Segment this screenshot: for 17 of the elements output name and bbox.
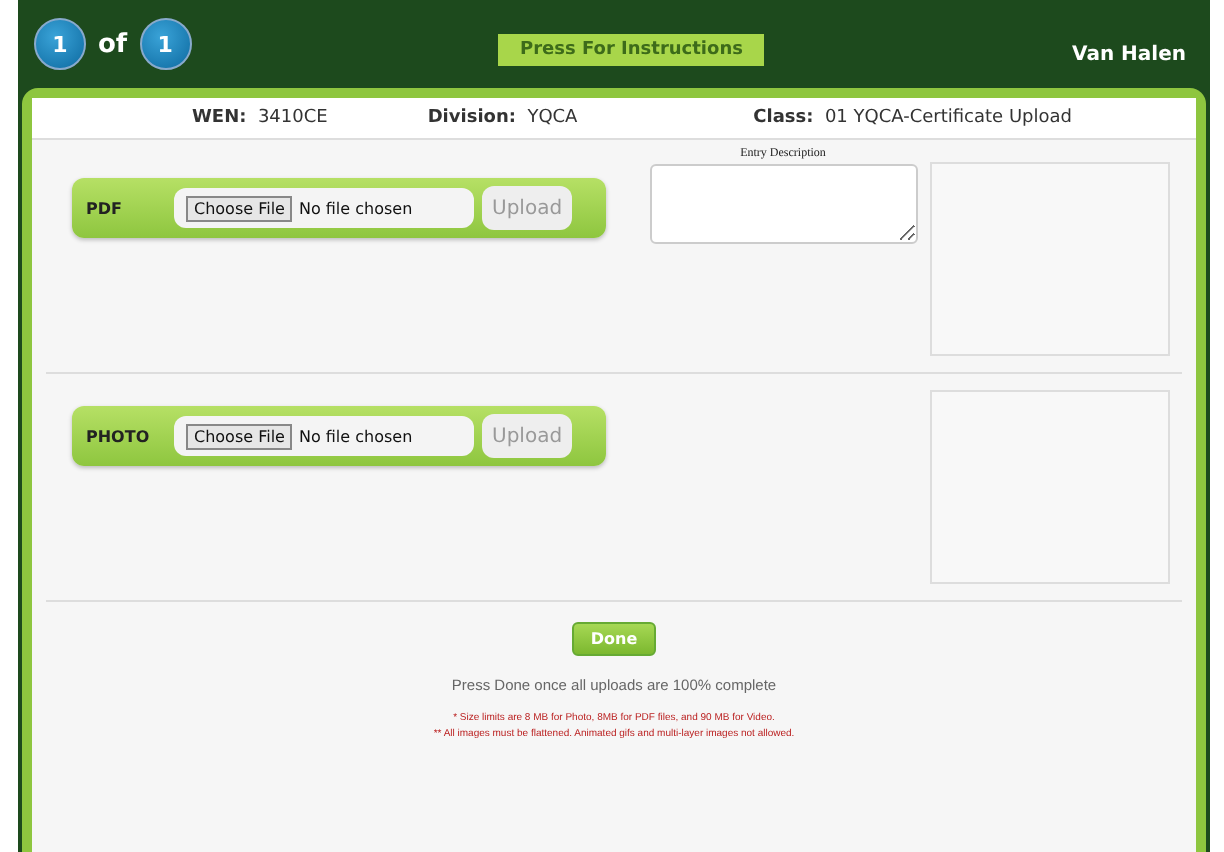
instructions-button[interactable]: Press For Instructions — [498, 34, 765, 66]
page-number-badge: 1 — [34, 18, 86, 70]
file-input[interactable]: Choose File No file chosen — [174, 188, 474, 228]
user-name: Van Halen — [1072, 43, 1186, 65]
choose-file-button[interactable]: Choose File — [186, 195, 293, 221]
upload-label: PDF — [86, 199, 124, 217]
upload-label: PHOTO — [86, 427, 152, 445]
page-total-badge: 1 — [139, 18, 192, 70]
pager-separator: of — [98, 29, 128, 59]
info-field: Division: YQCA — [427, 108, 578, 128]
info-field: Class: 01 YQCA-Certificate Upload — [753, 108, 1072, 128]
choose-file-button[interactable]: Choose File — [186, 423, 293, 449]
description-field[interactable] — [649, 164, 917, 244]
info-field: WEN: 3410CE — [192, 108, 328, 128]
file-status: No file chosen — [298, 427, 413, 445]
file-input[interactable]: Choose File No file chosen — [174, 416, 474, 456]
file-status: No file chosen — [298, 199, 413, 217]
